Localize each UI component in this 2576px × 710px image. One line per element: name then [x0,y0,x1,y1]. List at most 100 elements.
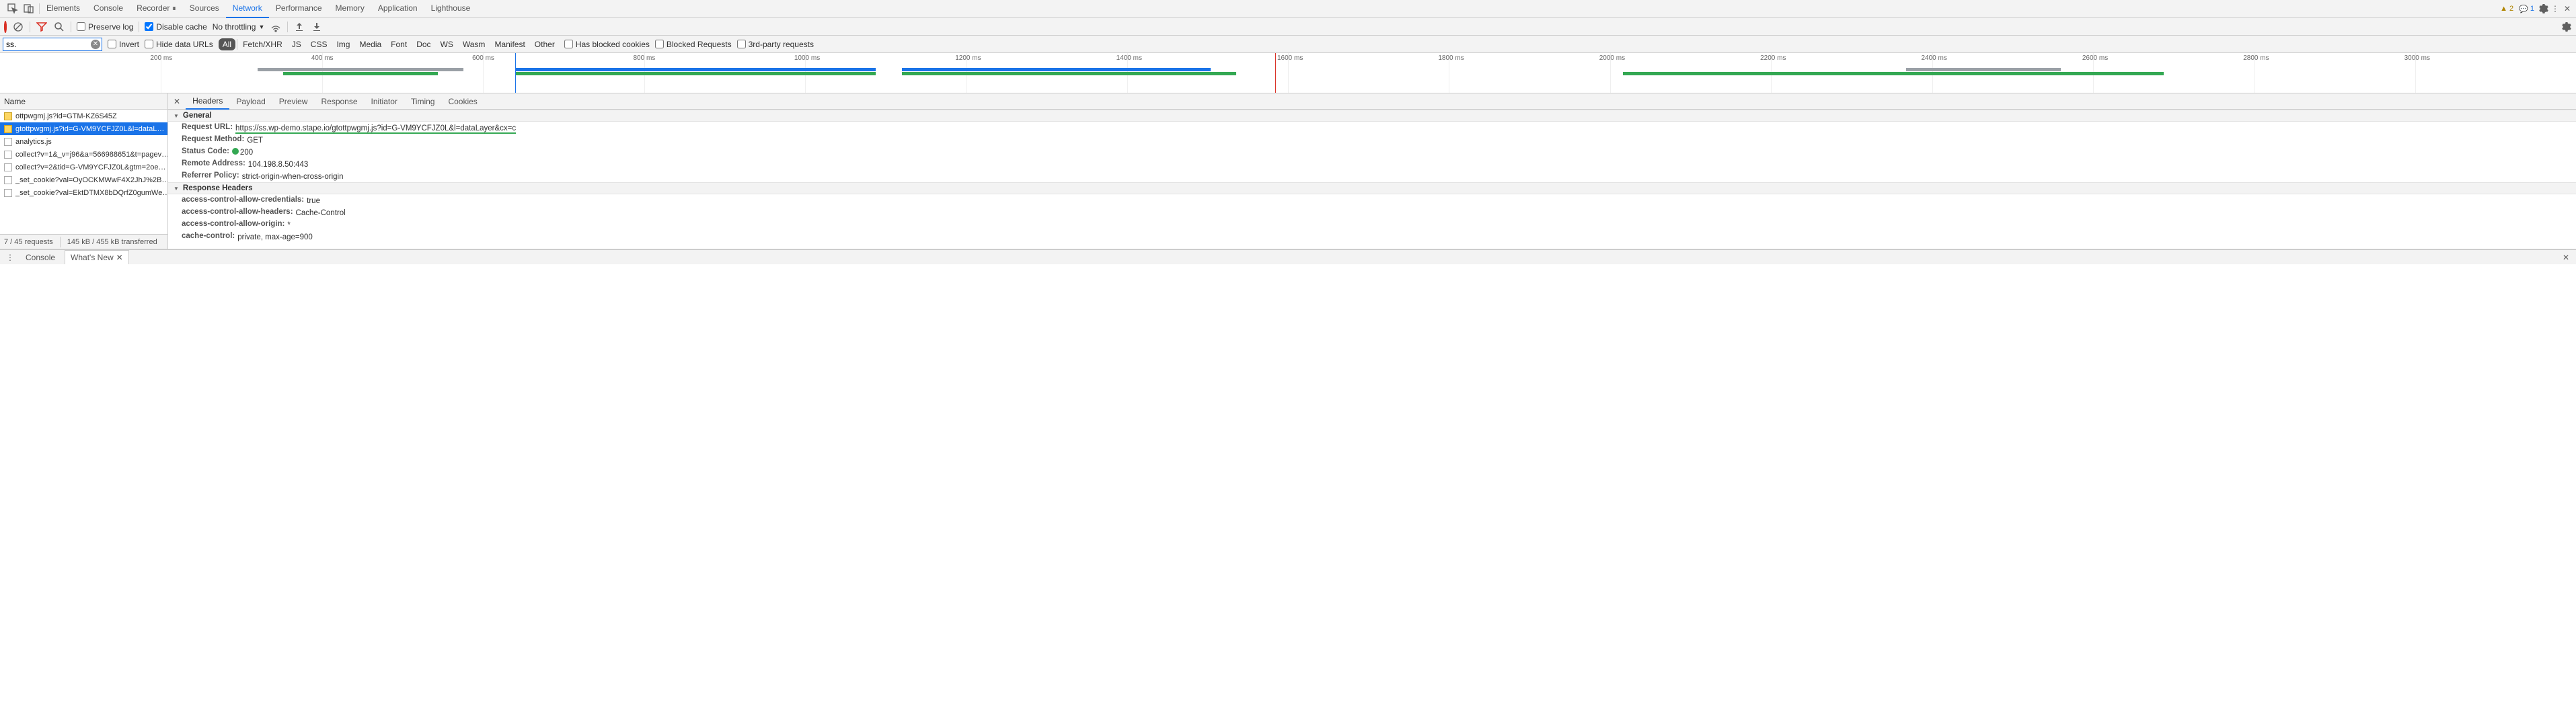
document-icon [4,138,12,146]
header-row: Request Method:GET [168,134,2576,146]
type-filter-manifest[interactable]: Manifest [490,38,529,50]
drawer-more-icon[interactable]: ⋮ [4,251,16,264]
detail-tab-cookies[interactable]: Cookies [441,94,484,109]
header-row: Status Code:200 [168,146,2576,158]
detail-tab-initiator[interactable]: Initiator [365,94,404,109]
invert-checkbox[interactable]: Invert [108,40,139,49]
drawer-tab-console[interactable]: Console [20,251,61,264]
detail-tab-timing[interactable]: Timing [404,94,442,109]
preserve-log-checkbox[interactable]: Preserve log [77,22,133,32]
record-button[interactable] [4,22,7,32]
top-tab-console[interactable]: Console [87,0,130,18]
type-filter-css[interactable]: CSS [307,38,332,50]
header-row: Referrer Policy:strict-origin-when-cross… [168,170,2576,182]
drawer-tab-whatsnew[interactable]: What's New ✕ [65,250,129,264]
detail-tab-preview[interactable]: Preview [272,94,315,109]
type-filter-ws[interactable]: WS [437,38,457,50]
request-list: ottpwgmj.js?id=GTM-KZ6S45Z gtottpwgmj.js?… [0,110,167,234]
type-filter-fetchxhr[interactable]: Fetch/XHR [239,38,287,50]
request-row[interactable]: _set_cookie?val=OyOCKMWwF4X2JhJ%2B… [0,173,167,186]
clear-filter-icon[interactable]: ✕ [91,40,100,49]
request-row[interactable]: _set_cookie?val=EktDTMX8bDQrfZ0gumWe… [0,186,167,199]
request-status-bar: 7 / 45 requests 145 kB / 455 kB transfer… [0,234,167,249]
header-row: access-control-allow-headers:Cache-Contr… [168,206,2576,219]
request-row[interactable]: ottpwgmj.js?id=GTM-KZ6S45Z [0,110,167,122]
top-tab-recorder[interactable]: Recorder ⏸ [130,0,183,19]
close-drawer-icon[interactable]: ✕ [2560,251,2572,264]
document-icon [4,189,12,197]
detail-tab-payload[interactable]: Payload [229,94,272,109]
request-row[interactable]: analytics.js [0,135,167,148]
more-icon[interactable]: ⋮ [2549,3,2561,15]
third-party-checkbox[interactable]: 3rd-party requests [737,40,814,49]
blocked-cookies-checkbox[interactable]: Has blocked cookies [564,40,650,49]
network-settings-gear-icon[interactable] [2560,21,2572,33]
section-header[interactable]: Response Headers [168,182,2576,194]
drawer-bar: ⋮ Console What's New ✕ ✕ [0,249,2576,264]
top-tab-lighthouse[interactable]: Lighthouse [424,0,478,18]
network-conditions-icon[interactable] [270,21,282,33]
request-name: _set_cookie?val=EktDTMX8bDQrfZ0gumWe… [15,189,167,197]
resource-type-filters: All Fetch/XHRJSCSSImgMediaFontDocWSWasmMa… [219,38,559,50]
top-tab-elements[interactable]: Elements [40,0,87,18]
devtools-top-bar: ElementsConsoleRecorder ⏸SourcesNetworkP… [0,0,2576,18]
type-filter-img[interactable]: Img [332,38,354,50]
top-tab-network[interactable]: Network [226,0,269,18]
filter-input[interactable] [3,38,102,51]
request-name: collect?v=2&tid=G-VM9YCFJZ0L&gtm=2oe… [15,163,165,171]
clear-icon[interactable] [12,21,24,33]
request-row[interactable]: collect?v=1&_v=j96&a=566988651&t=pagev… [0,148,167,161]
throttling-select[interactable]: No throttling ▼ [213,22,265,32]
type-filter-media[interactable]: Media [355,38,385,50]
type-filter-doc[interactable]: Doc [412,38,434,50]
download-har-icon[interactable] [311,21,323,33]
header-row: Request URL:https://ss.wp-demo.stape.io/… [168,122,2576,134]
waterfall-overview[interactable]: 200 ms400 ms600 ms800 ms1000 ms1200 ms14… [0,53,2576,93]
timeline-tick: 600 ms [472,54,494,62]
top-tab-sources[interactable]: Sources [183,0,226,18]
header-row: access-control-allow-credentials:true [168,194,2576,206]
timeline-tick: 1400 ms [1116,54,1142,62]
request-row[interactable]: collect?v=2&tid=G-VM9YCFJZ0L&gtm=2oe… [0,161,167,173]
top-tab-application[interactable]: Application [371,0,424,18]
device-toggle-icon[interactable] [23,3,35,15]
detail-tab-response[interactable]: Response [314,94,364,109]
search-icon[interactable] [53,21,65,33]
hide-data-urls-checkbox[interactable]: Hide data URLs [145,40,213,49]
warnings-badge[interactable]: ▲2 [2497,5,2516,13]
filter-funnel-icon[interactable] [36,21,48,33]
request-row[interactable]: gtottpwgmj.js?id=G-VM9YCFJZ0L&l=dataL… [0,122,167,135]
close-devtools-icon[interactable]: ✕ [2561,3,2573,15]
timeline-tick: 1800 ms [1438,54,1464,62]
close-detail-icon[interactable]: ✕ [168,97,186,106]
blocked-requests-checkbox[interactable]: Blocked Requests [655,40,732,49]
timeline-tick: 800 ms [634,54,656,62]
disable-cache-checkbox[interactable]: Disable cache [145,22,206,32]
header-row: access-control-allow-origin:* [168,219,2576,231]
request-detail-panel: ✕ HeadersPayloadPreviewResponseInitiator… [168,93,2576,249]
timeline-tick: 1600 ms [1277,54,1303,62]
request-name: ottpwgmj.js?id=GTM-KZ6S45Z [15,112,117,120]
request-name: collect?v=1&_v=j96&a=566988651&t=pagev… [15,151,167,159]
type-filter-wasm[interactable]: Wasm [459,38,490,50]
type-filter-all[interactable]: All [219,38,235,50]
type-filter-other[interactable]: Other [531,38,559,50]
request-name: _set_cookie?val=OyOCKMWwF4X2JhJ%2B… [15,176,167,184]
request-list-header[interactable]: Name [0,93,167,110]
close-icon[interactable]: ✕ [116,253,123,262]
type-filter-font[interactable]: Font [387,38,411,50]
type-filter-js[interactable]: JS [288,38,305,50]
section-header[interactable]: General [168,110,2576,122]
top-tab-memory[interactable]: Memory [329,0,371,18]
header-row: Remote Address:104.198.8.50:443 [168,158,2576,170]
inspect-icon[interactable] [7,3,19,15]
messages-badge[interactable]: 💬1 [2516,5,2537,13]
document-icon [4,151,12,159]
document-icon [4,176,12,184]
detail-tab-headers[interactable]: Headers [186,93,229,110]
top-tab-performance[interactable]: Performance [269,0,329,18]
settings-gear-icon[interactable] [2537,3,2549,15]
network-main-split: Name ottpwgmj.js?id=GTM-KZ6S45Z gtottpwgm… [0,93,2576,249]
request-list-panel: Name ottpwgmj.js?id=GTM-KZ6S45Z gtottpwgm… [0,93,168,249]
upload-har-icon[interactable] [293,21,305,33]
